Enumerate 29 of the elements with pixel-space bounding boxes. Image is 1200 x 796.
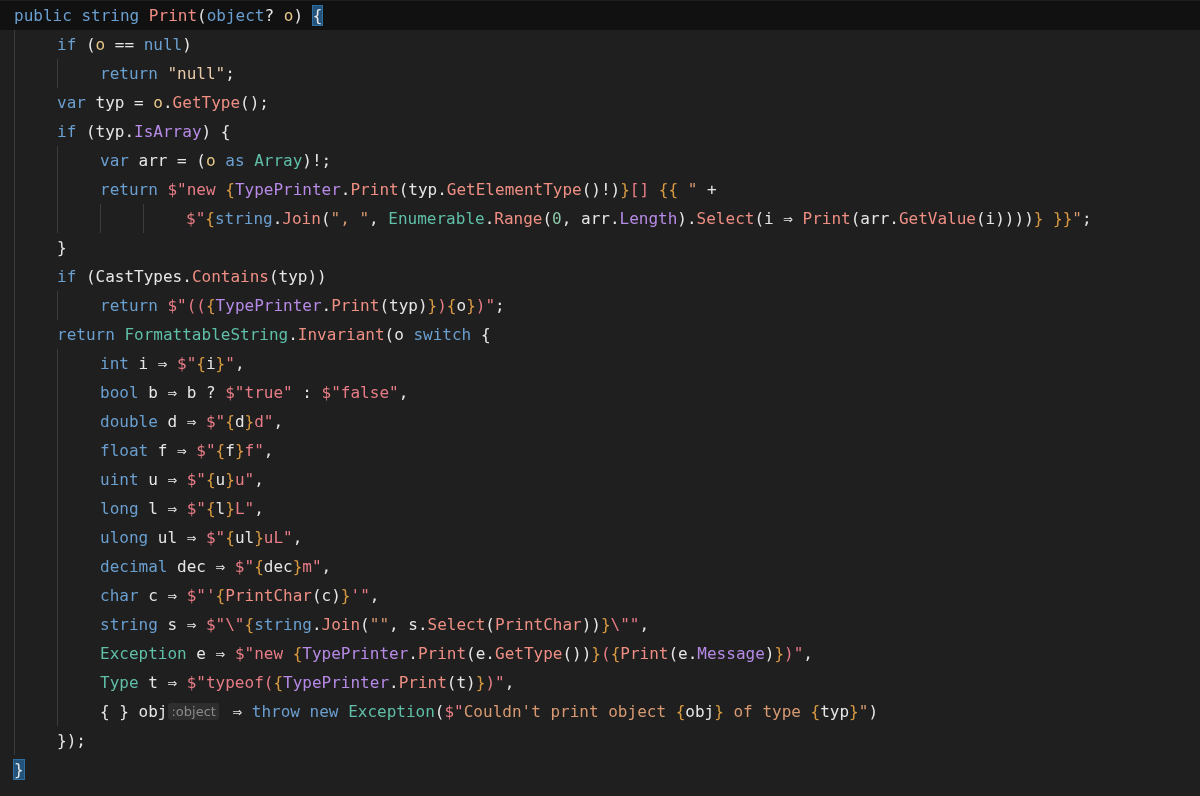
code-text: });: [57, 731, 86, 750]
type-hint: :object: [168, 703, 219, 720]
code-text: uint u ⇒ $"{u}u",: [100, 470, 264, 489]
code-text: public string Print(object? o) {: [14, 6, 323, 25]
code-text: }: [14, 760, 24, 779]
code-text: $"{string.Join(", ", Enumerable.Range(0, arr.Length).Select(i ⇒ Print(arr.GetValue(i))))} }}";: [186, 209, 1092, 228]
code-text: ulong ul ⇒ $"{ul}uL",: [100, 528, 303, 547]
code-text: string s ⇒ $"\"{string.Join("", s.Select(PrintChar))}\"",: [100, 615, 650, 634]
code-text: return $"new {TypePrinter.Print(typ.GetElementType()!)}[] {{ " +: [100, 180, 717, 199]
code-text: { } obj: [100, 702, 168, 721]
code-text: int i ⇒ $"{i}",: [100, 354, 245, 373]
code-text: double d ⇒ $"{d}d",: [100, 412, 284, 431]
code-text: return FormattableString.Invariant(o switch {: [57, 325, 491, 344]
code-text: return "null";: [100, 64, 235, 83]
code-text: decimal dec ⇒ $"{dec}m",: [100, 557, 332, 576]
code-text: ⇒ throw new Exception($"Couldn't print object {obj} of type {typ}"): [231, 702, 878, 721]
code-text: float f ⇒ $"{f}f",: [100, 441, 274, 460]
code-text: long l ⇒ $"{l}L",: [100, 499, 264, 518]
code-text: }: [57, 238, 67, 257]
code-text: Exception e ⇒ $"new {TypePrinter.Print(e.GetType())}({Print(e.Message)})",: [100, 644, 813, 663]
code-text: if (o == null): [57, 35, 192, 54]
code-text: Type t ⇒ $"typeof({TypePrinter.Print(t)})",: [100, 673, 515, 692]
code-text: return $"(({TypePrinter.Print(typ)}){o})";: [100, 296, 505, 315]
code-text: var typ = o.GetType();: [57, 93, 269, 112]
code-text: char c ⇒ $"'{PrintChar(c)}'",: [100, 586, 380, 605]
code-text: if (typ.IsArray) {: [57, 122, 231, 141]
code-text: bool b ⇒ b ? $"true" : $"false",: [100, 383, 409, 402]
code-text: var arr = (o as Array)!;: [100, 151, 332, 170]
code-text: if (CastTypes.Contains(typ)): [57, 267, 327, 286]
